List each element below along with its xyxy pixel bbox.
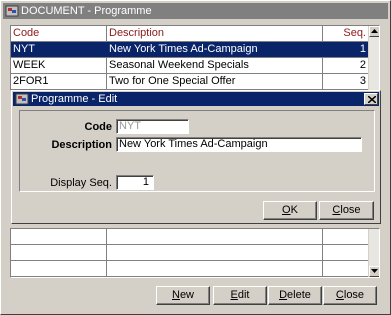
programme-table-lower[interactable] xyxy=(10,228,380,278)
table-row[interactable] xyxy=(11,245,369,261)
column-header-seq[interactable]: Seq. xyxy=(323,26,369,41)
edit-fields-panel: Code NYT Description New York Times Ad-C… xyxy=(19,110,375,192)
row-seq: 1 xyxy=(359,43,366,55)
dialog-close-x-button[interactable] xyxy=(364,93,378,105)
table-row[interactable] xyxy=(11,229,369,245)
description-label: Description xyxy=(51,139,112,151)
close-icon xyxy=(368,96,376,103)
window-title: DOCUMENT - Programme xyxy=(21,5,152,17)
dialog-title: Programme - Edit xyxy=(31,93,118,105)
scroll-down-button[interactable] xyxy=(369,266,379,277)
table-row[interactable]: 2FOR1 Two for One Special Offer 3 xyxy=(11,74,369,90)
description-field[interactable]: New York Times Ad-Campaign xyxy=(116,137,362,152)
display-seq-field[interactable]: 1 xyxy=(116,175,154,190)
table-row[interactable]: NYT New York Times Ad-Campaign 1 xyxy=(11,42,369,58)
row-description: Seasonal Weekend Specials xyxy=(107,58,323,73)
window-titlebar[interactable]: DOCUMENT - Programme xyxy=(3,3,388,19)
table-scrollbar[interactable] xyxy=(368,229,379,277)
row-seq: 2 xyxy=(359,59,366,71)
row-seq: 3 xyxy=(359,75,366,87)
programme-edit-dialog: Programme - Edit Code NYT Description Ne… xyxy=(11,90,381,224)
edit-button[interactable]: Edit xyxy=(213,286,267,305)
close-button[interactable]: Close xyxy=(323,286,377,305)
app-icon xyxy=(5,4,19,18)
row-description: Two for One Special Offer xyxy=(107,74,323,89)
arrow-down-icon xyxy=(371,269,378,273)
row-code: NYT xyxy=(11,42,107,57)
table-scrollbar[interactable] xyxy=(368,26,379,90)
programme-window: DOCUMENT - Programme Code Description Se… xyxy=(0,0,391,315)
display-seq-label: Display Seq. xyxy=(50,177,112,189)
row-description: New York Times Ad-Campaign xyxy=(107,42,323,57)
row-code: WEEK xyxy=(11,58,107,73)
programme-table[interactable]: Code Description Seq. NYT New York Times… xyxy=(10,25,380,91)
column-header-description[interactable]: Description xyxy=(107,26,323,41)
column-header-code[interactable]: Code xyxy=(11,26,107,41)
table-row[interactable] xyxy=(11,261,369,277)
code-field[interactable]: NYT xyxy=(116,119,189,134)
scroll-up-button[interactable] xyxy=(369,26,379,37)
table-header-row: Code Description Seq. xyxy=(11,26,369,42)
dialog-titlebar[interactable]: Programme - Edit xyxy=(13,92,379,106)
arrow-up-icon xyxy=(371,29,378,33)
row-code: 2FOR1 xyxy=(11,74,107,89)
dialog-close-button[interactable]: Close xyxy=(319,201,374,220)
code-label: Code xyxy=(84,121,113,133)
table-row[interactable]: WEEK Seasonal Weekend Specials 2 xyxy=(11,58,369,74)
ok-button[interactable]: OK xyxy=(263,201,317,220)
delete-button[interactable]: Delete xyxy=(268,286,322,305)
new-button[interactable]: New xyxy=(156,286,210,305)
app-icon xyxy=(15,92,29,106)
